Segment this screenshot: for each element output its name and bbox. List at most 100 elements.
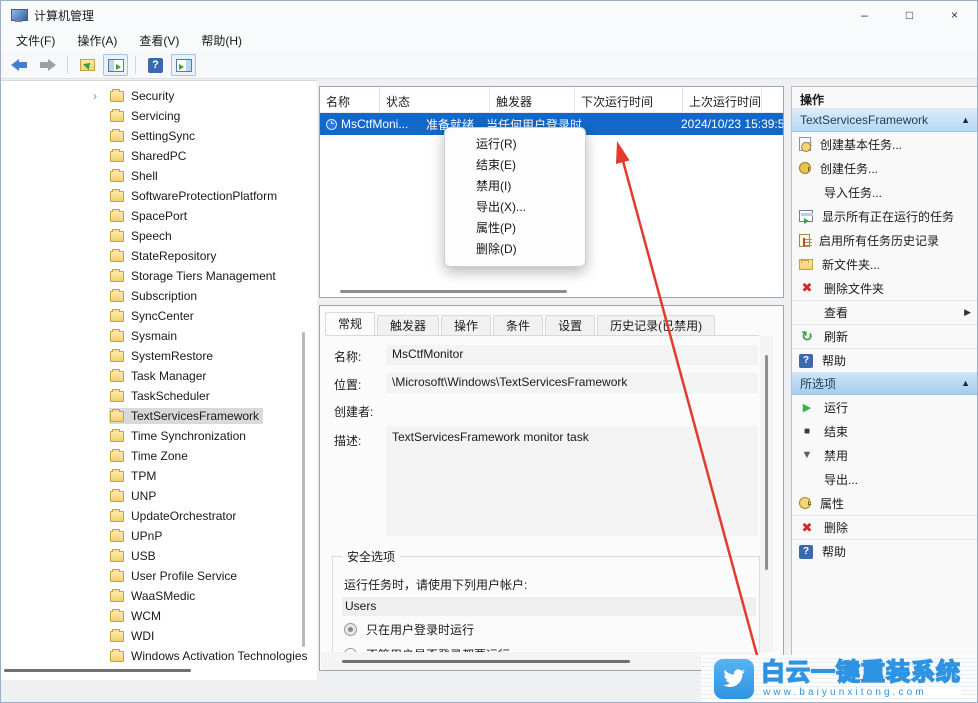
folder-icon — [110, 111, 124, 122]
task-list-horizontal-scrollbar[interactable] — [340, 290, 567, 293]
tree-item[interactable]: TaskScheduler — [1, 386, 317, 406]
tree-item[interactable]: Time Synchronization — [1, 426, 317, 446]
description-field[interactable]: TextServicesFramework monitor task — [386, 426, 758, 536]
run-icon — [799, 399, 815, 415]
forward-button[interactable] — [35, 54, 60, 76]
menu-item[interactable]: 查看(V) — [128, 29, 190, 52]
action-item[interactable]: 启用所有任务历史记录 — [792, 228, 978, 252]
tree-item-label: WDI — [131, 629, 154, 643]
close-button[interactable]: × — [932, 1, 977, 29]
tree-horizontal-scrollbar[interactable] — [4, 669, 191, 672]
context-menu-item[interactable]: 删除(D) — [445, 239, 585, 260]
location-field[interactable]: \Microsoft\Windows\TextServicesFramework — [386, 373, 758, 393]
minimize-button[interactable]: – — [842, 1, 887, 29]
tree-item[interactable]: Storage Tiers Management — [1, 266, 317, 286]
action-item-label: 新文件夹... — [822, 256, 880, 273]
column-header[interactable]: 状态 — [380, 87, 490, 112]
export-list-button[interactable] — [75, 54, 100, 76]
tree-item[interactable]: UpdateOrchestrator — [1, 506, 317, 526]
help-button[interactable]: ? — [143, 54, 168, 76]
name-field[interactable]: MsCtfMonitor — [386, 345, 758, 365]
tree-item[interactable]: Sysmain — [1, 326, 317, 346]
column-header[interactable]: 触发器 — [490, 87, 575, 112]
action-item[interactable]: 结束 — [792, 419, 978, 443]
tree-item[interactable]: Servicing — [1, 106, 317, 126]
actions-section-header-folder[interactable]: TextServicesFramework ▲ — [792, 109, 978, 132]
radio-run-when-logged-on[interactable] — [344, 623, 357, 636]
tree-item[interactable]: Subscription — [1, 286, 317, 306]
menu-item[interactable]: 文件(F) — [5, 29, 66, 52]
maximize-button[interactable]: □ — [887, 1, 932, 29]
action-item[interactable]: 刷新 — [792, 324, 978, 348]
show-action-pane-button[interactable] — [171, 54, 196, 76]
tab[interactable]: 历史记录(已禁用) — [597, 315, 715, 335]
action-item[interactable]: 新文件夹... — [792, 252, 978, 276]
watermark: 白云一键重装系统 www.baiyunxitong.com — [701, 655, 977, 702]
action-item[interactable]: 删除文件夹 — [792, 276, 978, 300]
tree-item[interactable]: SharedPC — [1, 146, 317, 166]
show-console-tree-button[interactable] — [103, 54, 128, 76]
tree-item-label: UNP — [131, 489, 156, 503]
context-menu-item[interactable]: 运行(R) — [445, 134, 585, 155]
action-item[interactable]: 查看 ▶ — [792, 300, 978, 324]
tree-item[interactable]: WaaSMedic — [1, 586, 317, 606]
folder-icon — [110, 211, 124, 222]
column-header[interactable]: 名称 — [320, 87, 380, 112]
tree-item[interactable]: › Security — [1, 86, 317, 106]
tree-item[interactable]: SpacePort — [1, 206, 317, 226]
tree-item[interactable]: StateRepository — [1, 246, 317, 266]
context-menu-item[interactable]: 属性(P) — [445, 218, 585, 239]
details-vertical-scrollbar[interactable] — [765, 355, 768, 570]
tree-vertical-scrollbar[interactable] — [302, 332, 305, 647]
tree-item[interactable]: USB — [1, 546, 317, 566]
tree-item[interactable]: WCM — [1, 606, 317, 626]
tree-item[interactable]: Speech — [1, 226, 317, 246]
menu-item[interactable]: 帮助(H) — [190, 29, 253, 52]
tree-item[interactable]: SoftwareProtectionPlatform — [1, 186, 317, 206]
tree-item[interactable]: SettingSync — [1, 126, 317, 146]
actions-section-header-selected-item[interactable]: 所选项 ▲ — [792, 372, 978, 395]
expander-icon[interactable]: › — [93, 89, 109, 103]
tree-item[interactable]: UNP — [1, 486, 317, 506]
menu-item[interactable]: 操作(A) — [66, 29, 128, 52]
action-item[interactable]: 导出... — [792, 467, 978, 491]
tab[interactable]: 常规 — [325, 312, 375, 335]
create-task-icon — [799, 162, 811, 174]
context-menu-item[interactable]: 禁用(I) — [445, 176, 585, 197]
column-header[interactable]: 下次运行时间 — [575, 87, 683, 112]
action-item[interactable]: 显示所有正在运行的任务 — [792, 204, 978, 228]
action-item[interactable]: 禁用 — [792, 443, 978, 467]
tree-item[interactable]: Time Zone — [1, 446, 317, 466]
action-item[interactable]: 帮助 — [792, 348, 978, 372]
tree-item[interactable]: SystemRestore — [1, 346, 317, 366]
action-item[interactable]: 创建基本任务... — [792, 132, 978, 156]
action-item[interactable]: 删除 — [792, 515, 978, 539]
tree-item[interactable]: UPnP — [1, 526, 317, 546]
action-item[interactable]: 属性 — [792, 491, 978, 515]
tab[interactable]: 设置 — [545, 315, 595, 335]
tree-item[interactable]: TPM — [1, 466, 317, 486]
properties-icon — [799, 497, 811, 509]
tree-item[interactable]: Task Manager — [1, 366, 317, 386]
tree-item[interactable]: WDI — [1, 626, 317, 646]
action-item[interactable]: 帮助 — [792, 539, 978, 563]
tab[interactable]: 操作 — [441, 315, 491, 335]
column-header[interactable]: 上次运行时间 — [683, 87, 762, 112]
creator-field[interactable] — [386, 400, 758, 420]
back-button[interactable] — [7, 54, 32, 76]
details-horizontal-scrollbar[interactable] — [342, 660, 630, 663]
context-menu-item[interactable]: 结束(E) — [445, 155, 585, 176]
action-item[interactable]: 创建任务... — [792, 156, 978, 180]
tab[interactable]: 触发器 — [377, 315, 439, 335]
action-item[interactable]: 导入任务... — [792, 180, 978, 204]
tree-item[interactable]: User Profile Service — [1, 566, 317, 586]
security-options-legend: 安全选项 — [342, 548, 400, 565]
tree-item[interactable]: TextServicesFramework — [1, 406, 317, 426]
tab[interactable]: 条件 — [493, 315, 543, 335]
tree-item[interactable]: Shell — [1, 166, 317, 186]
tree-item[interactable]: Windows Activation Technologies — [1, 646, 317, 666]
action-item-label: 创建任务... — [820, 160, 878, 177]
action-item[interactable]: 运行 — [792, 395, 978, 419]
tree-item[interactable]: SyncCenter — [1, 306, 317, 326]
context-menu-item[interactable]: 导出(X)... — [445, 197, 585, 218]
